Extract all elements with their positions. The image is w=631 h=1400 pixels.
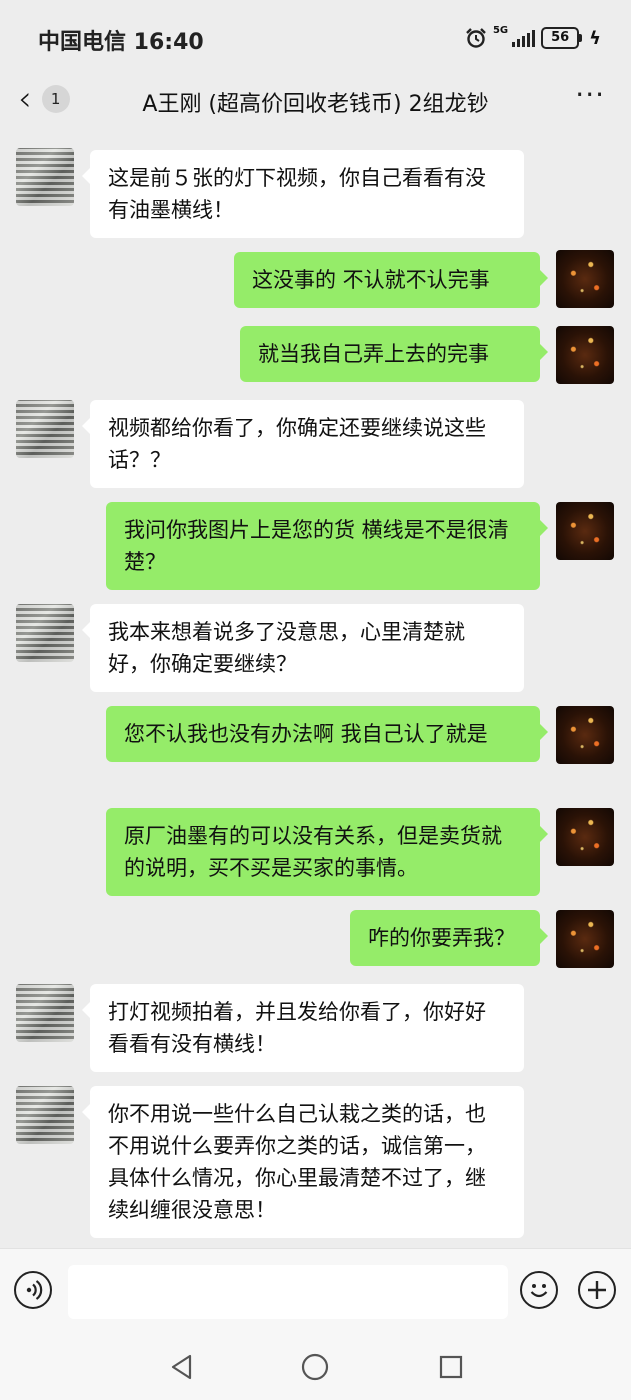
- chat-header: ‹ 1 A王刚 (超高价回收老钱币) 2组龙钞 ···: [0, 76, 631, 126]
- message-bubble[interactable]: 打灯视频拍着，并且发给你看了，你好好看看有没有横线！: [82, 984, 524, 1072]
- avatar[interactable]: [556, 808, 614, 866]
- input-bar: [0, 1248, 631, 1339]
- alarm-icon: [465, 27, 487, 49]
- avatar[interactable]: [16, 604, 74, 662]
- nav-recent-icon[interactable]: [438, 1354, 464, 1384]
- avatar[interactable]: [16, 984, 74, 1042]
- nav-back-icon[interactable]: [168, 1352, 196, 1386]
- message-bubble[interactable]: 我问你我图片上是您的货 横线是不是很清楚？: [106, 502, 548, 590]
- more-icon[interactable]: ···: [575, 80, 605, 110]
- avatar[interactable]: [16, 1086, 74, 1144]
- message-bubble[interactable]: 原厂油墨有的可以没有关系，但是卖货就的说明，买不买是买家的事情。: [106, 808, 548, 896]
- avatar[interactable]: [16, 148, 74, 206]
- plus-icon[interactable]: [578, 1271, 616, 1309]
- network-type: 5G: [492, 25, 509, 36]
- message-bubble[interactable]: 这没事的 不认就不认完事: [234, 252, 548, 308]
- avatar[interactable]: [16, 400, 74, 458]
- message-bubble[interactable]: 我本来想着说多了没意思，心里清楚就好，你确定要继续？: [82, 604, 524, 692]
- avatar[interactable]: [556, 502, 614, 560]
- nav-home-icon[interactable]: [300, 1352, 330, 1386]
- message-bubble[interactable]: 您不认我也没有办法啊 我自己认了就是: [106, 706, 548, 762]
- status-icons: 5G 56 ϟ: [465, 24, 601, 52]
- charge-icon: ϟ: [589, 27, 601, 49]
- avatar[interactable]: [556, 910, 614, 968]
- avatar[interactable]: [556, 250, 614, 308]
- signal-icon: [512, 29, 536, 47]
- status-bar: 中国电信 16:40 5G 56 ϟ: [0, 0, 631, 76]
- message-bubble[interactable]: 就当我自己弄上去的完事: [240, 326, 548, 382]
- message-bubble[interactable]: 你不用说一些什么自己认栽之类的话，也不用说什么要弄你之类的话，诚信第一，具体什么…: [82, 1086, 524, 1238]
- status-carrier-time: 中国电信 16:40: [38, 30, 204, 55]
- system-nav-bar: [0, 1338, 631, 1400]
- avatar[interactable]: [556, 326, 614, 384]
- message-bubble[interactable]: 这是前５张的灯下视频，你自己看看有没有油墨横线！: [82, 150, 524, 238]
- chat-title: A王刚 (超高价回收老钱币) 2组龙钞: [142, 92, 489, 117]
- message-bubble[interactable]: 咋的你要弄我？: [350, 910, 548, 966]
- emoji-icon[interactable]: [520, 1271, 558, 1309]
- message-input[interactable]: [68, 1265, 508, 1319]
- message-bubble[interactable]: 视频都给你看了，你确定还要继续说这些话？？: [82, 400, 524, 488]
- voice-icon[interactable]: [14, 1271, 52, 1309]
- battery-icon: 56: [541, 27, 583, 49]
- avatar[interactable]: [556, 706, 614, 764]
